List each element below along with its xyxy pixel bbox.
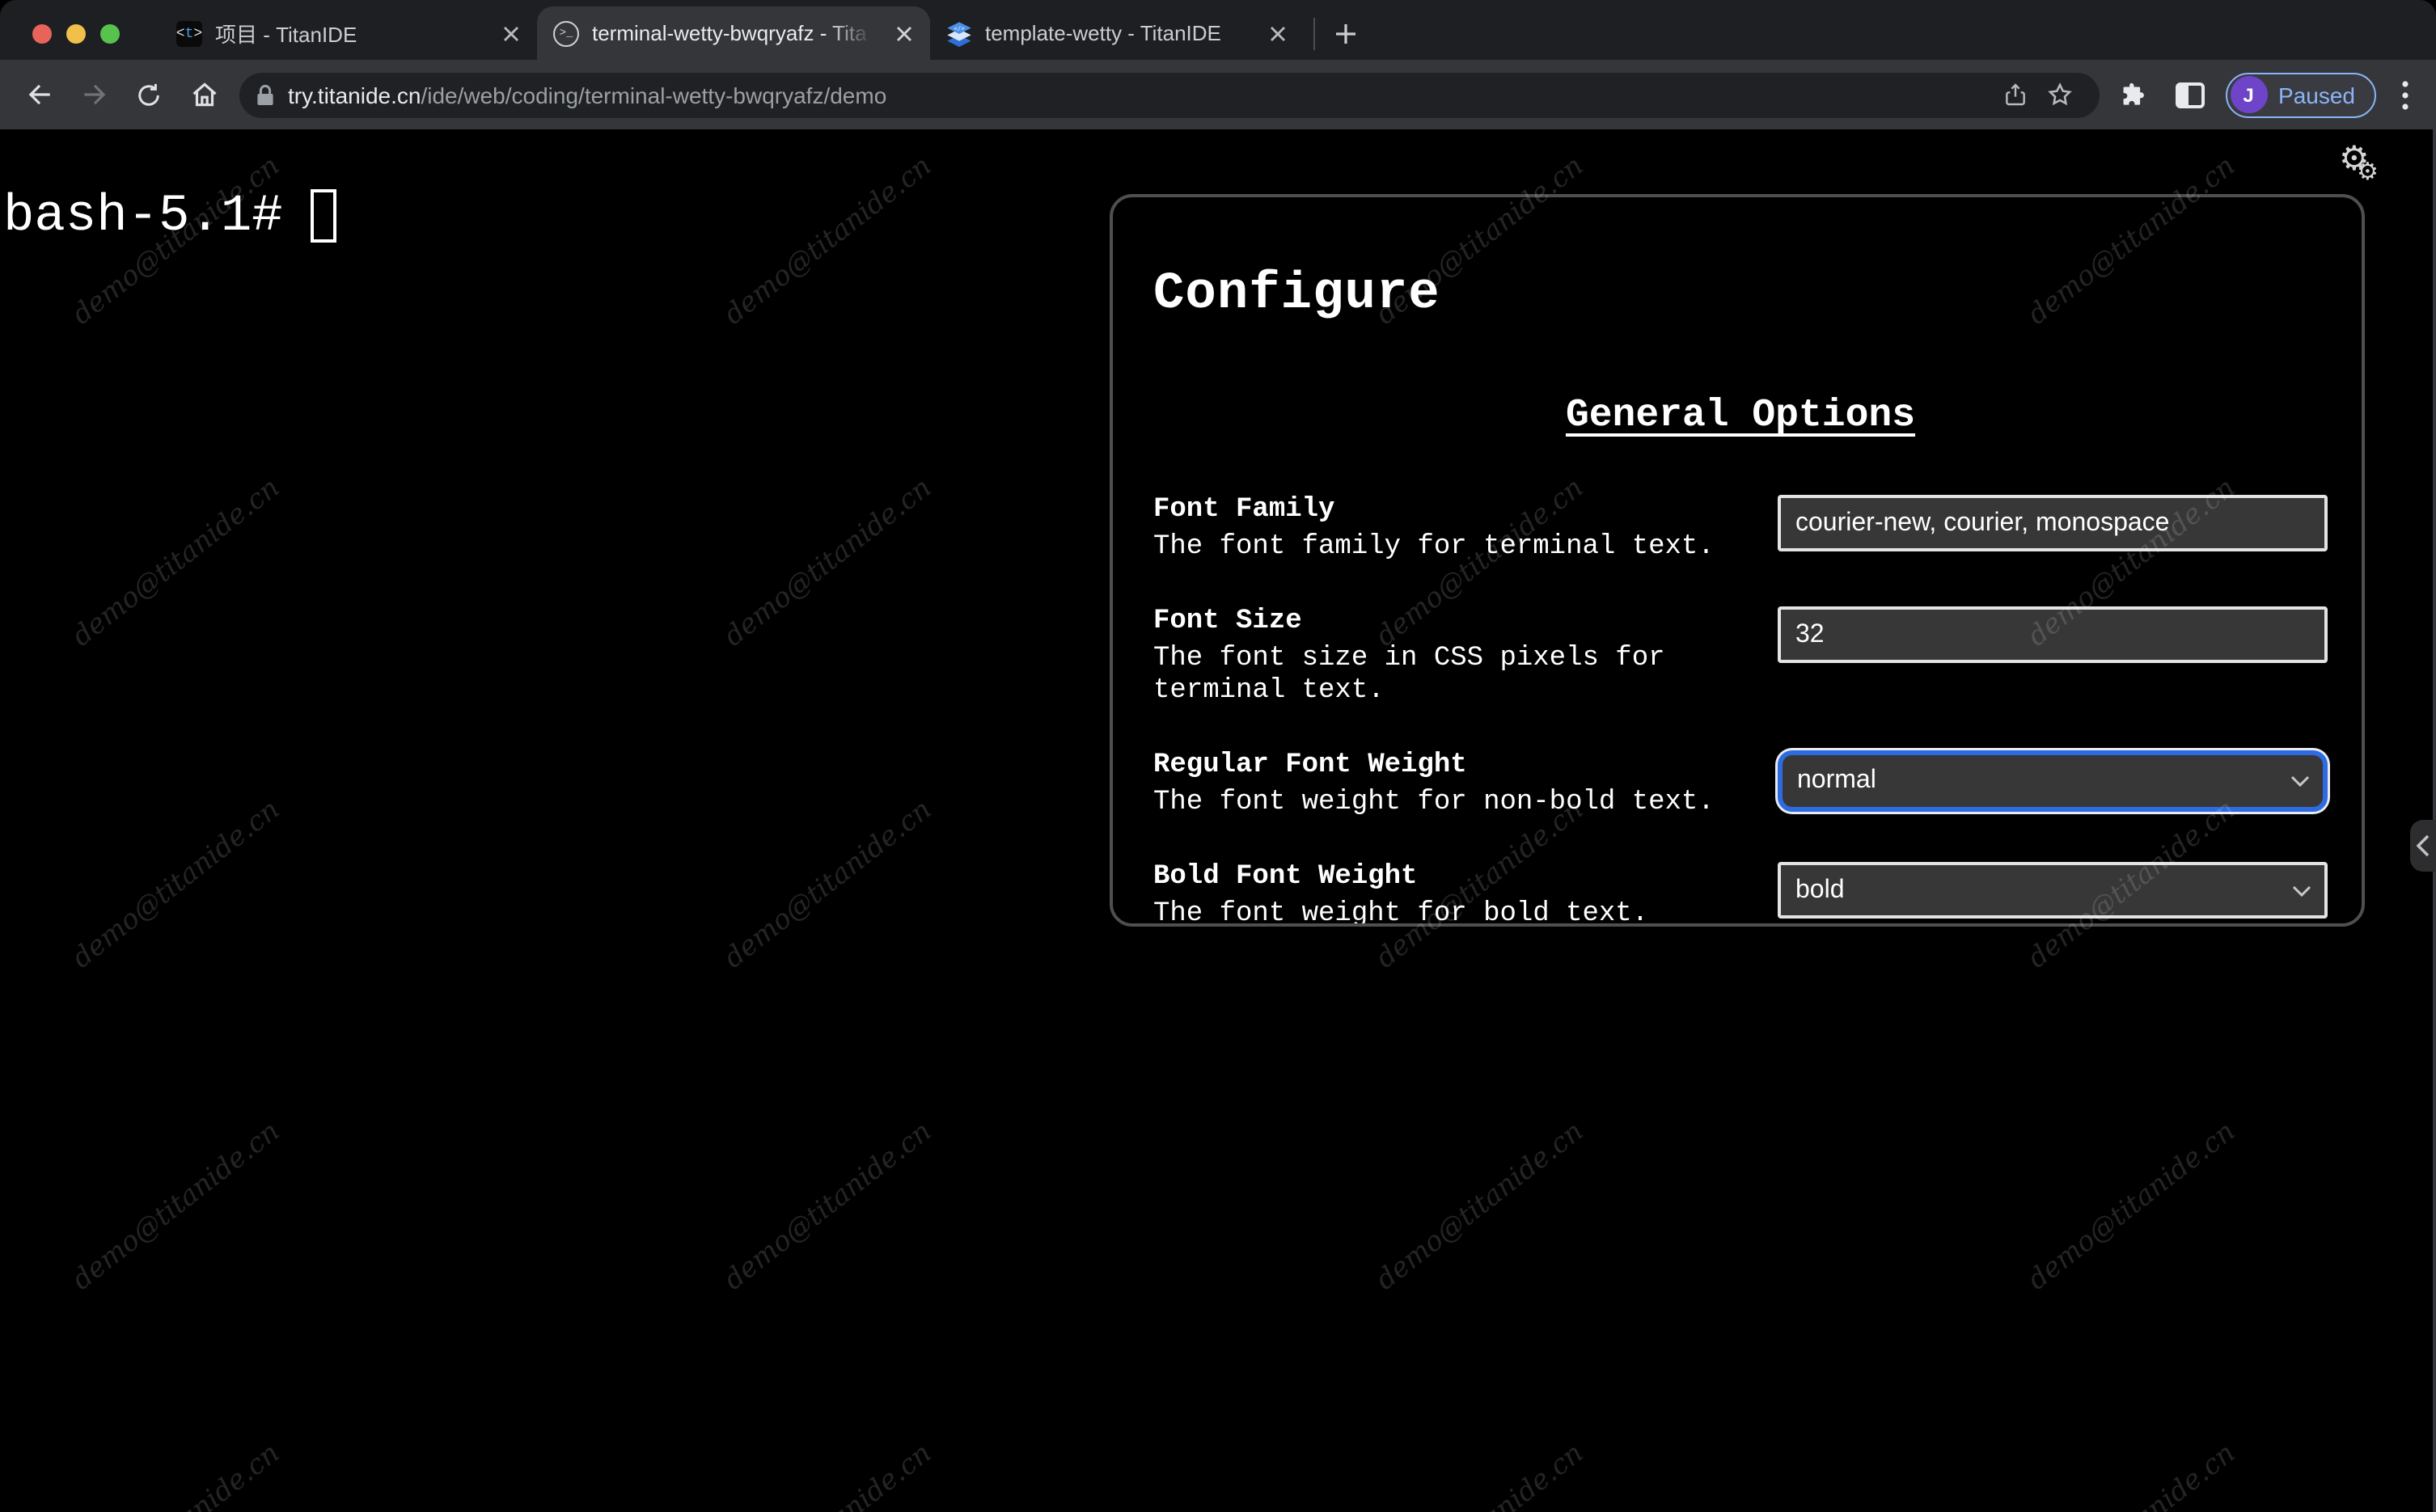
url-text: try.titanide.cn/ide/web/coding/terminal-… [288,82,1992,108]
watermark-text: demo@titanide.cn [718,793,938,976]
tab-title: template-wetty - TitanIDE [985,21,1221,45]
tab-terminal-wetty[interactable]: >_ terminal-wetty-bwqryafz - Tita [537,6,930,60]
browser-window: < t > 项目 - TitanIDE >_ terminal-wetty-bwqr… [0,0,2436,1512]
watermark-text: demo@titanide.cn [66,471,286,654]
watermark-text: demo@titanide.cn [718,471,938,654]
paused-status-label: Paused [2278,82,2355,108]
tab-titanide-project[interactable]: < t > 项目 - TitanIDE [160,6,537,60]
terminal-prompt-line: bash-5.1# [3,183,336,247]
url-path: /ide/web/coding/terminal-wetty-bwqryafz/… [421,82,887,108]
terminal-prompt: bash-5.1# [3,185,283,245]
watermark-text: demo@titanide.cn [2022,1115,2242,1298]
watermark-text: demo@titanide.cn [718,1438,938,1512]
font-size-description: The font size in CSS pixels for terminal… [1153,644,1665,707]
forward-button[interactable] [66,67,121,122]
chevron-down-icon [2292,885,2311,896]
close-tab-icon[interactable] [891,20,917,46]
watermark-text: demo@titanide.cn [66,793,286,976]
settings-gears-button[interactable]: ⚙ ⚙ [2339,141,2391,194]
side-panel-icon[interactable] [2162,67,2217,122]
close-window-button[interactable] [32,24,52,44]
font-family-label: Font Family [1153,495,1335,526]
bold-font-weight-label: Bold Font Weight [1153,862,1418,893]
home-button[interactable] [176,67,231,122]
bold-font-weight-row: Bold Font Weight The font weight for bol… [1153,862,2328,927]
titanide-code-icon: < t > [176,20,202,46]
font-family-input[interactable] [1778,495,2328,551]
svg-text:</>: </> [954,24,965,32]
url-bar[interactable]: try.titanide.cn/ide/web/coding/terminal-… [239,72,2100,117]
traffic-lights [32,24,120,44]
font-family-description: The font family for terminal text. [1153,532,1715,563]
tab-title: 项目 - TitanIDE [215,23,357,47]
regular-font-weight-row: Regular Font Weight The font weight for … [1153,750,2328,820]
template-layers-icon: </> [946,20,972,46]
panel-title: Configure [1153,264,1440,323]
tab-template-wetty[interactable]: </> template-wetty - TitanIDE [930,6,1304,60]
drawer-collapse-handle[interactable] [2410,820,2436,872]
tab-divider [1313,18,1315,50]
regular-font-weight-select[interactable]: normal [1778,750,2328,812]
chevron-left-icon [2417,834,2430,857]
regular-font-weight-description: The font weight for non-bold text. [1153,788,1715,818]
font-family-row: Font Family The font family for terminal… [1153,495,2328,564]
chevron-down-icon [2290,775,2310,787]
configure-panel: Configure General Options Font Family Th… [1110,194,2365,927]
back-button[interactable] [11,67,66,122]
zoom-window-button[interactable] [100,24,120,44]
watermark-text: demo@titanide.cn [1370,1438,1590,1512]
font-size-input[interactable] [1778,606,2328,663]
regular-font-weight-label: Regular Font Weight [1153,750,1467,781]
bold-font-weight-select[interactable]: bold [1778,862,2328,919]
terminal-page[interactable]: bash-5.1# ⚙ ⚙ Configure General Options … [0,129,2436,1512]
tab-strip: < t > 项目 - TitanIDE >_ terminal-wetty-bwqr… [0,0,2436,60]
watermark-text: demo@titanide.cn [2022,1438,2242,1512]
new-tab-button[interactable] [1325,13,1367,55]
reload-button[interactable] [121,67,176,122]
watermark-text: demo@titanide.cn [718,150,938,332]
browser-toolbar: try.titanide.cn/ide/web/coding/terminal-… [0,60,2436,129]
section-heading: General Options [1565,395,1916,438]
url-domain: try.titanide.cn [288,82,421,108]
watermark-text: demo@titanide.cn [66,1115,286,1298]
tab-title: terminal-wetty-bwqryafz - Tita [592,21,867,45]
extensions-puzzle-icon[interactable] [2107,67,2162,122]
font-size-label: Font Size [1153,606,1302,637]
watermark-text: demo@titanide.cn [718,1115,938,1298]
bold-font-weight-description: The font weight for bold text. [1153,899,1649,927]
watermark-text: demo@titanide.cn [1370,1115,1590,1298]
menu-dots-icon[interactable] [2386,67,2425,122]
minimize-window-button[interactable] [66,24,86,44]
close-tab-icon[interactable] [498,20,524,46]
close-tab-icon[interactable] [1265,20,1291,46]
avatar: J [2230,76,2268,113]
lock-icon [257,83,273,104]
terminal-cursor [310,188,336,242]
font-size-row: Font Size The font size in CSS pixels fo… [1153,606,2328,708]
terminal-circle-icon: >_ [553,20,579,46]
bookmark-star-icon[interactable] [2037,72,2083,117]
watermark-text: demo@titanide.cn [66,1438,286,1512]
gear-icon: ⚙ [2357,157,2379,186]
profile-paused-button[interactable]: J Paused [2225,72,2376,117]
share-icon[interactable] [1992,72,2037,117]
